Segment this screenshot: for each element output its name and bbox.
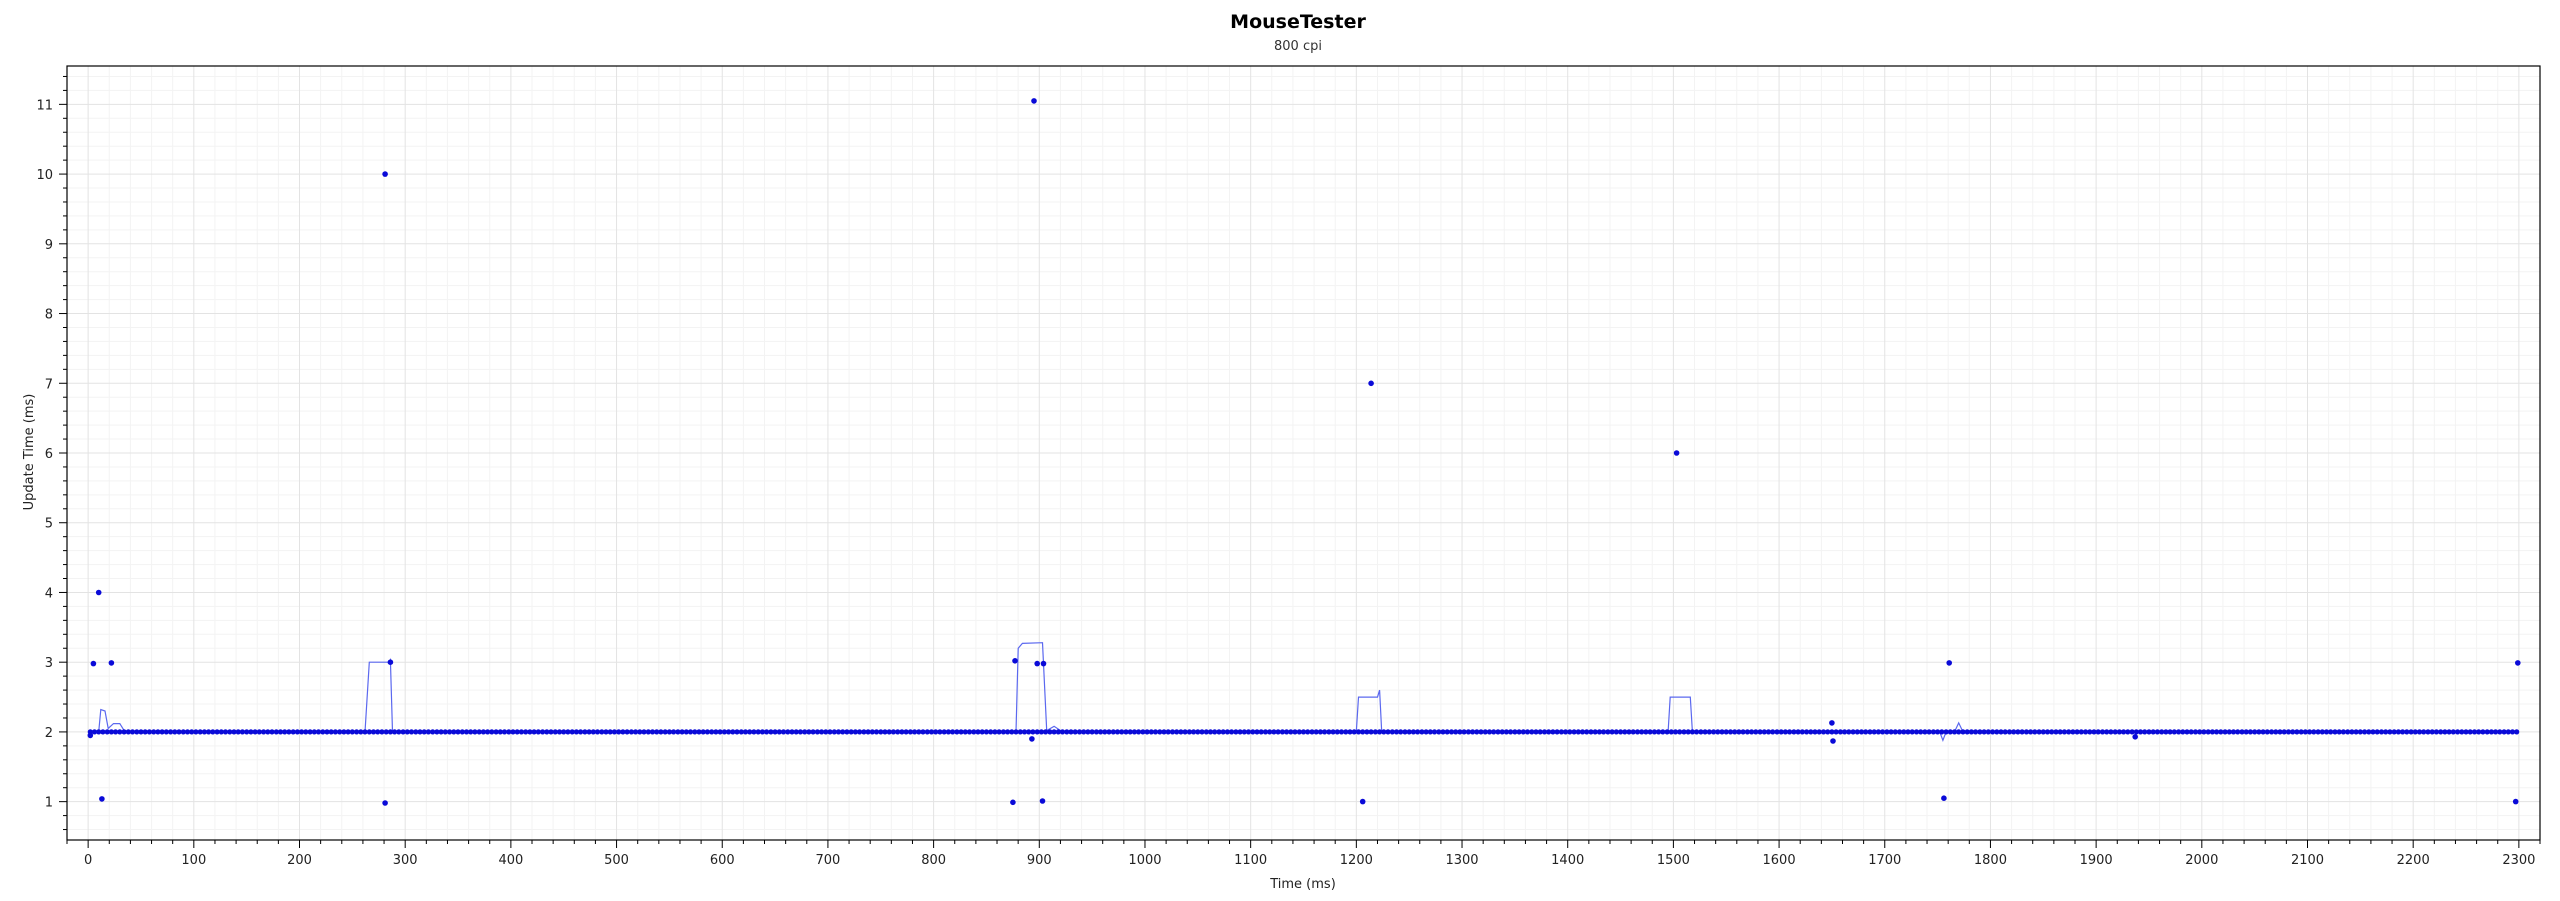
x-tick-label: 2000: [2185, 853, 2218, 868]
x-tick-label: 0: [84, 853, 92, 868]
chart-title: MouseTester: [1230, 11, 1366, 33]
data-point-outlier: [87, 732, 94, 739]
data-point-outlier: [1012, 658, 1018, 664]
y-tick-label: 3: [45, 656, 53, 671]
y-tick-label: 9: [45, 238, 53, 253]
major-gridlines: [67, 66, 2540, 840]
x-tick-label: 1700: [1868, 853, 1901, 868]
data-point-outlier: [99, 796, 105, 802]
x-tick-label: 200: [287, 853, 312, 868]
data-point-outlier: [1368, 380, 1374, 387]
data-point-outlier: [1010, 799, 1016, 806]
y-tick-label: 8: [45, 308, 53, 323]
x-tick-label: 1900: [2080, 853, 2113, 868]
y-tick-label: 10: [36, 168, 53, 183]
x-tick-label: 1200: [1340, 853, 1373, 868]
data-point-outlier: [1359, 798, 1366, 805]
y-tick-labels: 1 2 3 4 5 6 7 8 9 10 11: [36, 98, 53, 810]
data-point-outlier: [382, 171, 388, 177]
y-tick-label: 1: [45, 796, 53, 811]
chart: MouseTester 800 cpi Time (ms) Update Tim…: [22, 11, 2541, 892]
y-tick-label: 11: [36, 98, 53, 113]
x-tick-label: 1600: [1763, 853, 1796, 868]
y-tick-label: 5: [45, 517, 53, 532]
x-tick-label: 500: [604, 853, 629, 868]
x-tick-label: 800: [921, 853, 946, 868]
data-point-outlier: [1941, 795, 1947, 801]
x-tick-label: 400: [498, 853, 523, 868]
data-point-outlier: [2512, 798, 2519, 805]
data-point-outlier: [2132, 734, 2138, 740]
data-point: [2514, 729, 2520, 735]
x-tick-label: 2200: [2397, 853, 2430, 868]
series-points-group: [87, 98, 2521, 806]
data-point-outlier: [90, 660, 97, 667]
x-axis-label: Time (ms): [1269, 877, 1336, 892]
data-point-outlier: [2515, 660, 2521, 666]
y-axis-label: Update Time (ms): [22, 394, 37, 511]
data-point-outlier: [387, 659, 394, 665]
data-point-outlier: [1830, 738, 1836, 744]
data-point-outlier: [108, 660, 115, 666]
x-tick-label: 300: [393, 853, 418, 868]
x-tick-label: 1500: [1657, 853, 1690, 868]
data-point-outlier: [1029, 736, 1035, 742]
y-tick-label: 4: [45, 586, 53, 601]
x-tick-label: 1300: [1445, 853, 1478, 868]
x-tick-label: 2300: [2502, 853, 2535, 868]
data-point-outlier: [95, 589, 102, 596]
x-tick-label: 1000: [1128, 853, 1161, 868]
x-tick-label: 600: [710, 853, 735, 868]
y-tick-label: 7: [45, 377, 53, 392]
data-point-outlier: [1040, 660, 1047, 667]
data-point-outlier: [1946, 660, 1952, 666]
series-line: [90, 642, 2517, 742]
x-tick-label: 2100: [2291, 853, 2324, 868]
x-tick-label: 1400: [1551, 853, 1584, 868]
x-tick-label: 900: [1027, 853, 1052, 868]
x-tick-labels: 0 100 200 300 400 500 600 700 800 900 1000 1100 1200…: [84, 853, 2535, 868]
y-tick-label: 2: [45, 726, 53, 741]
data-point-outlier: [1039, 798, 1046, 804]
series-line-group: [90, 642, 2517, 742]
data-point-outlier: [1829, 720, 1835, 726]
x-tick-label: 100: [181, 853, 206, 868]
data-point-outlier: [1673, 450, 1680, 456]
data-point-outlier: [382, 800, 388, 806]
data-point-outlier: [1034, 660, 1040, 667]
x-tick-label: 1800: [1974, 853, 2007, 868]
chart-subtitle: 800 cpi: [1274, 39, 1322, 54]
data-point-outlier: [1031, 98, 1037, 104]
x-tick-label: 1100: [1234, 853, 1267, 868]
x-tick-label: 700: [816, 853, 841, 868]
y-tick-label: 6: [45, 447, 53, 462]
